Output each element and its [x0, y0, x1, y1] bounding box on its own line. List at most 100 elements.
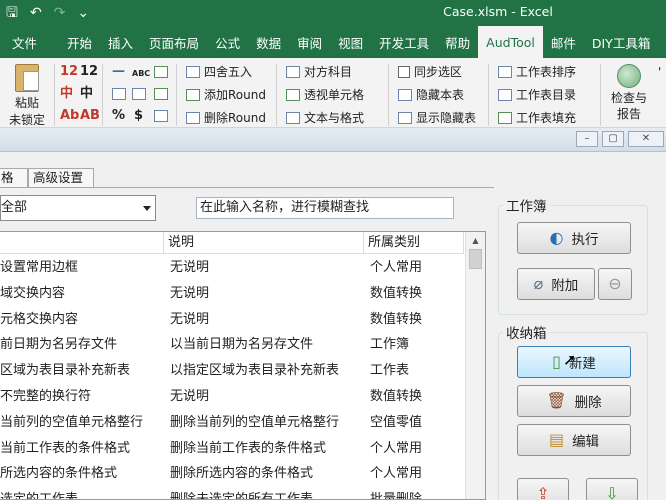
text-format-button[interactable]: 文本与格式	[286, 110, 364, 126]
format-icon[interactable]	[154, 66, 168, 78]
percent-icon[interactable]: %	[112, 108, 125, 124]
list-item[interactable]: 设置常用边框 无说明 个人常用	[0, 255, 464, 281]
minimize-icon[interactable]: –	[576, 131, 598, 147]
tab-help[interactable]: 帮助	[437, 26, 478, 58]
tab-advanced-settings[interactable]: 高级设置	[28, 168, 94, 188]
close-icon[interactable]: ✕	[628, 131, 664, 147]
item-description: 以指定区域为表目录补充新表	[170, 363, 340, 379]
sheet-directory-button[interactable]: 工作表目录	[498, 87, 576, 103]
tab-truncated[interactable]: Ÿ	[658, 26, 666, 58]
cell-icon[interactable]	[154, 110, 168, 122]
scroll-up-icon[interactable]: ▲	[466, 232, 485, 249]
execute-button[interactable]: ◐ 执行	[517, 222, 631, 254]
scrollbar-thumb[interactable]	[469, 249, 482, 269]
list-scrollbar[interactable]: ▲	[465, 232, 485, 499]
sheet-fill-button[interactable]: 工作表填充	[498, 110, 576, 126]
uppercase-icon[interactable]: AB	[80, 108, 100, 124]
ribbon-separator	[276, 64, 277, 126]
hide-sheet-button[interactable]: 隐藏本表	[398, 87, 464, 103]
execute-icon: ◐	[549, 228, 564, 247]
search-input[interactable]: 在此输入名称，进行模糊查找	[196, 197, 454, 219]
minus-circle-icon: ⊖	[608, 274, 622, 293]
sync-selection-button[interactable]: 同步选区	[398, 64, 462, 80]
tab-file[interactable]: 文件	[0, 26, 59, 58]
list-item[interactable]: 区域为表目录补充新表 以指定区域为表目录补充新表 工作表	[0, 358, 464, 384]
tab-audtool[interactable]: AudTool	[478, 26, 543, 58]
column-header-name[interactable]	[0, 232, 164, 254]
detach-button[interactable]: ⊖	[598, 268, 632, 300]
border-icon[interactable]	[154, 88, 168, 100]
delete-button[interactable]: 🗑 删除	[517, 385, 631, 417]
add-round-button[interactable]: 添加Round	[186, 87, 266, 103]
chevron-down-icon	[143, 206, 151, 211]
round-button[interactable]: 四舍五入	[186, 64, 252, 80]
chinese-icon[interactable]: 中	[80, 86, 93, 102]
tab-view[interactable]: 视图	[330, 26, 371, 58]
item-description: 以当前日期为名另存文件	[170, 337, 314, 353]
item-category: 数值转换	[370, 311, 423, 327]
ribbon-separator	[54, 64, 55, 126]
attach-button[interactable]: ⌀ 附加	[517, 268, 595, 300]
import-icon: ⇩	[605, 484, 619, 500]
sheet-sort-button[interactable]: 工作表排序	[498, 64, 576, 80]
item-description: 无说明	[170, 260, 210, 275]
import-button[interactable]: ⇩	[586, 478, 638, 500]
item-name: 前日期为名另存文件	[0, 337, 118, 353]
list-item[interactable]: 选定的工作表 删除未选定的所有工作表 批量删除	[0, 487, 464, 500]
tab-page-layout[interactable]: 页面布局	[141, 26, 207, 58]
export-button[interactable]: ⇪	[517, 478, 569, 500]
show-hidden-sheet-button[interactable]: 显示隐藏表	[398, 110, 476, 126]
tab-mail[interactable]: 邮件	[543, 26, 584, 58]
list-item[interactable]: 当前工作表的条件格式 删除当前工作表的条件格式 个人常用	[0, 436, 464, 462]
paste-button[interactable]: 粘贴 未锁定	[6, 64, 48, 127]
edit-button[interactable]: ▤ 编辑	[517, 424, 631, 456]
maximize-icon[interactable]: ▢	[602, 131, 624, 147]
export-icon: ⇪	[536, 484, 550, 500]
mouse-cursor-icon: ➚	[563, 350, 577, 369]
perspective-cell-button[interactable]: 透视单元格	[286, 87, 364, 103]
list-item[interactable]: 前日期为名另存文件 以当前日期为名另存文件 工作簿	[0, 332, 464, 358]
tab-review[interactable]: 审阅	[289, 26, 330, 58]
round-icon	[186, 66, 200, 78]
item-name: 当前工作表的条件格式	[0, 440, 131, 456]
grid-icon[interactable]	[132, 88, 146, 100]
item-description: 无说明	[170, 388, 210, 404]
workbook-group-title: 工作簿	[503, 195, 550, 215]
counter-account-button[interactable]: 对方科目	[286, 64, 352, 80]
tab-developer[interactable]: 开发工具	[371, 26, 437, 58]
chinese-strike-icon[interactable]: 中	[60, 86, 73, 102]
tab-formulas[interactable]: 公式	[207, 26, 248, 58]
item-description: 删除未选定的所有工作表	[170, 492, 314, 500]
tab-data[interactable]: 数据	[248, 26, 289, 58]
case-strike-icon[interactable]: Ab	[60, 108, 79, 124]
tab-insert[interactable]: 插入	[100, 26, 141, 58]
table-icon[interactable]	[112, 88, 126, 100]
clipboard-edit-icon: ▤	[548, 430, 565, 449]
category-filter-select[interactable]: 全部	[0, 195, 156, 221]
item-category: 批量删除	[370, 492, 423, 500]
item-name: 所选内容的条件格式	[0, 466, 118, 482]
tab-diy-toolbox[interactable]: DIY工具箱	[584, 26, 658, 58]
check-report-button[interactable]: 检查与 报告	[606, 64, 652, 122]
list-item[interactable]: 不完整的换行符 无说明 数值转换	[0, 384, 464, 410]
item-category: 个人常用	[370, 466, 423, 482]
number-icon[interactable]: 12	[80, 64, 98, 80]
list-item[interactable]: 当前列的空值单元格整行 删除当前列的空值单元格整行 空值零值	[0, 410, 464, 436]
list-item[interactable]: 所选内容的条件格式 删除所选内容的条件格式 个人常用	[0, 461, 464, 487]
item-description: 删除所选内容的条件格式	[170, 466, 314, 482]
dollar-icon[interactable]: $	[134, 108, 143, 124]
column-header-category[interactable]: 所属类别	[364, 232, 464, 254]
tab-basic-settings[interactable]: 格	[0, 168, 28, 188]
item-category: 工作表	[370, 363, 410, 379]
ribbon-truncated: '	[658, 65, 662, 79]
list-item[interactable]: 域交换内容 无说明 数值转换	[0, 281, 464, 307]
sort-icon	[498, 66, 512, 78]
minus-icon[interactable]: —	[112, 64, 125, 80]
dialog-title-bar: – ▢ ✕	[0, 128, 666, 152]
abc-icon[interactable]: ABC	[132, 66, 150, 82]
column-header-description[interactable]: 说明	[164, 232, 364, 254]
list-item[interactable]: 元格交换内容 无说明 数值转换	[0, 307, 464, 333]
remove-round-button[interactable]: 删除Round	[186, 110, 266, 126]
tab-home[interactable]: 开始	[59, 26, 100, 58]
number-strike-icon[interactable]: 12	[60, 64, 78, 80]
